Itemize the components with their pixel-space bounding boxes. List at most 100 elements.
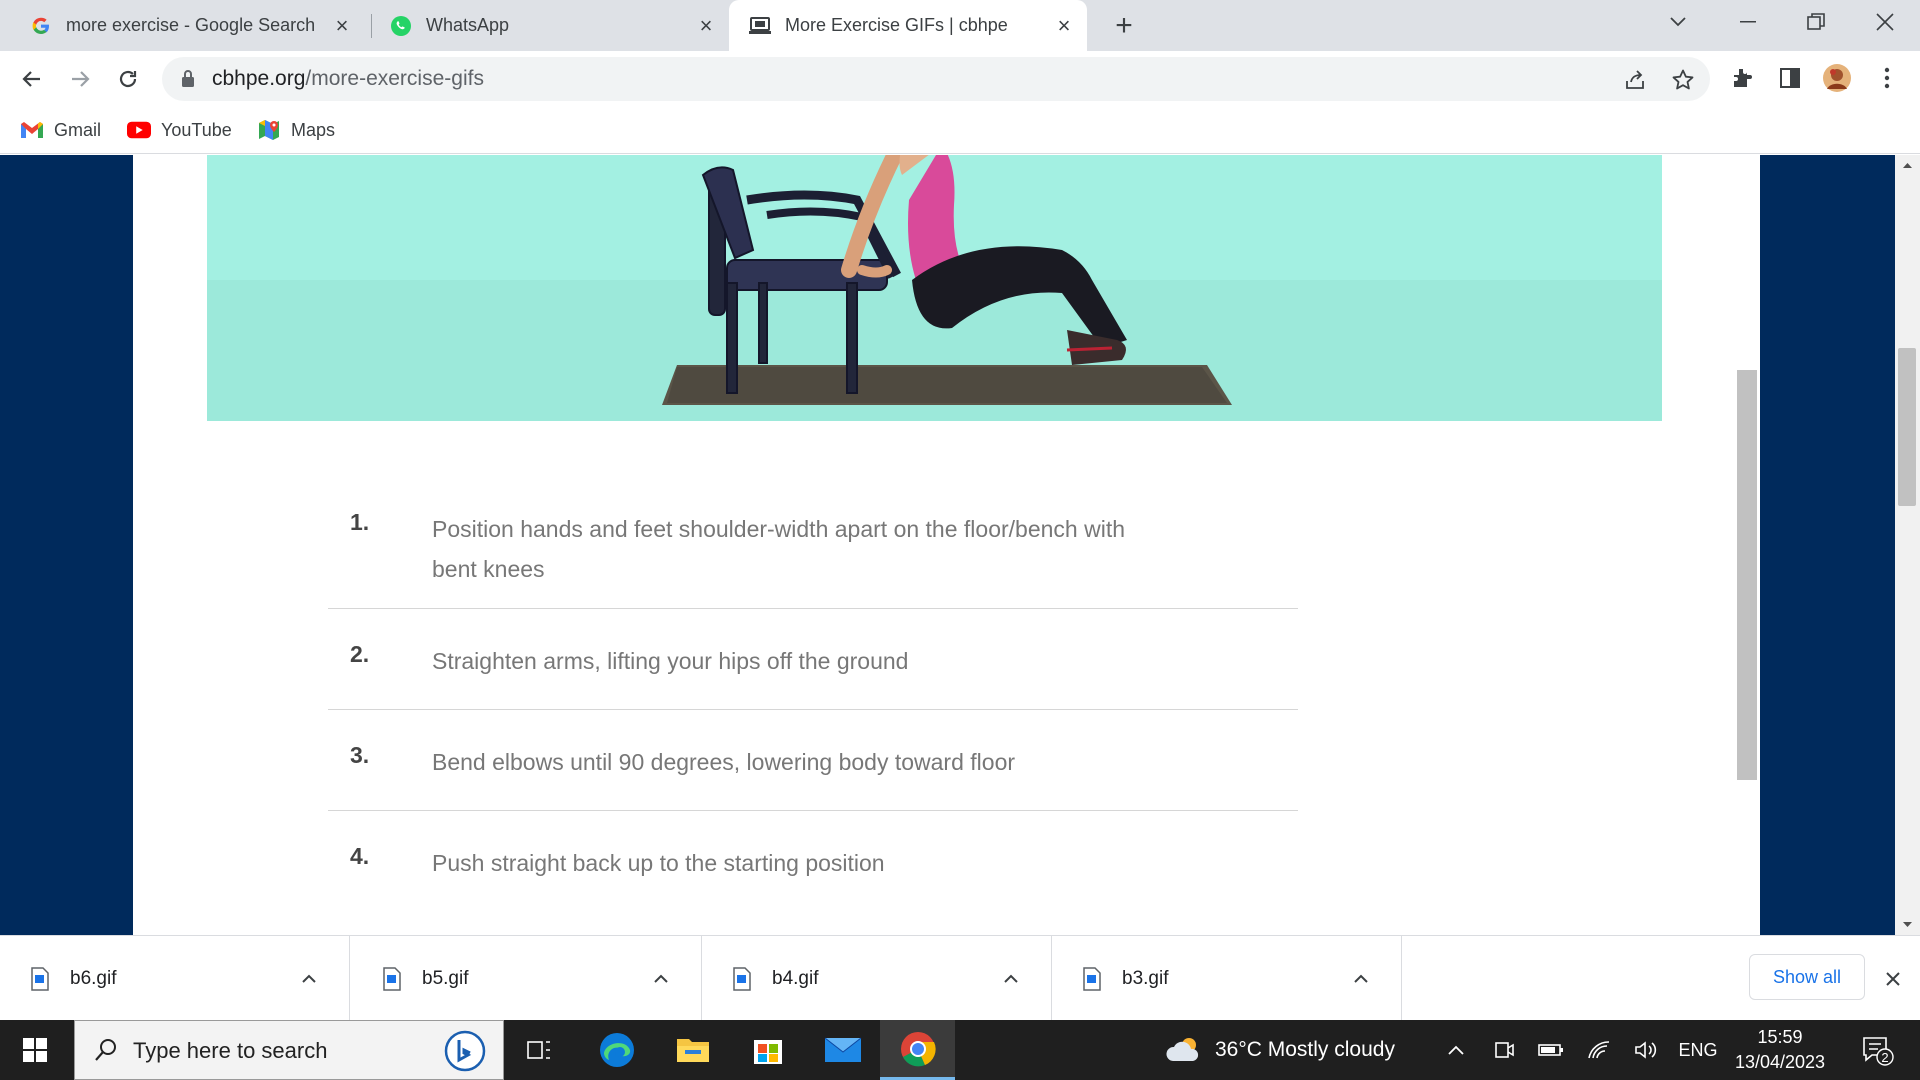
gmail-icon	[20, 120, 44, 140]
windows-start-icon[interactable]	[0, 1020, 70, 1080]
clock[interactable]: 15:59 13/04/2023	[1725, 1025, 1835, 1075]
file-icon	[383, 966, 401, 991]
show-all-button[interactable]: Show all	[1749, 954, 1865, 1000]
wifi-icon[interactable]	[1583, 1020, 1615, 1080]
close-window-icon[interactable]	[1855, 0, 1915, 44]
microsoft-store-icon[interactable]	[733, 1020, 803, 1080]
chevron-up-icon[interactable]	[997, 965, 1025, 993]
avatar[interactable]	[1822, 63, 1852, 93]
new-tab-button[interactable]: +	[1108, 9, 1140, 42]
download-name: b3.gif	[1122, 967, 1169, 989]
instruction-list: 1. Position hands and feet shoulder-widt…	[328, 493, 1298, 912]
taskbar-search-input[interactable]: Type here to search	[74, 1020, 504, 1080]
notification-count: 2	[1881, 1050, 1888, 1065]
weather-text: 36°C Mostly cloudy	[1215, 1038, 1395, 1061]
download-name: b4.gif	[772, 967, 819, 989]
bookmark-label: Gmail	[54, 119, 102, 140]
step-number: 4.	[350, 843, 370, 869]
search-icon	[95, 1039, 116, 1061]
side-panel-icon[interactable]	[1775, 63, 1805, 93]
clock-time: 15:59	[1757, 1027, 1803, 1047]
chevron-up-icon[interactable]	[1440, 1020, 1472, 1080]
bookmark-maps[interactable]: Maps	[257, 116, 335, 144]
minimize-icon[interactable]	[1718, 0, 1778, 44]
file-explorer-icon[interactable]	[658, 1020, 728, 1080]
bing-icon[interactable]	[443, 1029, 487, 1073]
file-icon	[31, 966, 49, 991]
bookmark-youtube[interactable]: YouTube	[127, 116, 232, 144]
address-bar[interactable]: cbhpe.org/more-exercise-gifs	[162, 57, 1710, 101]
file-icon	[733, 966, 751, 991]
bookmark-star-icon[interactable]	[1670, 67, 1696, 93]
close-icon[interactable]	[1878, 964, 1908, 994]
whatsapp-icon	[390, 15, 412, 37]
menu-icon[interactable]	[1872, 63, 1902, 93]
lock-icon[interactable]	[180, 69, 196, 94]
tab-strip: more exercise - Google Search × WhatsApp…	[0, 0, 1920, 51]
maps-icon	[257, 120, 281, 140]
download-shelf: b6.gif b5.gif b4.gif b3.gif Show all	[0, 935, 1920, 1021]
list-item: 4. Push straight back up to the starting…	[328, 811, 1298, 912]
meet-now-icon[interactable]	[1488, 1020, 1520, 1080]
step-text: Straighten arms, lifting your hips off t…	[432, 648, 909, 674]
tab-google-search[interactable]: more exercise - Google Search ×	[0, 0, 365, 51]
weather-widget[interactable]: 36°C Mostly cloudy	[1165, 1020, 1395, 1080]
web-page: 1. Position hands and feet shoulder-widt…	[0, 155, 1920, 935]
site-icon	[749, 15, 771, 37]
tab-title: More Exercise GIFs | cbhpe	[785, 15, 1008, 35]
back-arrow-icon	[22, 71, 40, 87]
edge-icon[interactable]	[582, 1020, 652, 1080]
page-scrollbar[interactable]	[1895, 155, 1920, 935]
close-icon[interactable]: ×	[1053, 13, 1075, 38]
content-column: 1. Position hands and feet shoulder-widt…	[133, 155, 1760, 935]
mail-icon[interactable]	[808, 1020, 878, 1080]
list-item: 3. Bend elbows until 90 degrees, lowerin…	[328, 710, 1298, 811]
language-indicator[interactable]: ENG	[1672, 1020, 1724, 1080]
list-item: 2. Straighten arms, lifting your hips of…	[328, 609, 1298, 710]
battery-icon[interactable]	[1535, 1020, 1567, 1080]
notification-center-icon[interactable]: 2	[1852, 1020, 1902, 1080]
step-text: Bend elbows until 90 degrees, lowering b…	[432, 749, 1016, 775]
tab-whatsapp[interactable]: WhatsApp ×	[372, 0, 729, 51]
tab-more-exercise-gifs[interactable]: More Exercise GIFs | cbhpe ×	[729, 0, 1087, 51]
download-item[interactable]: b3.gif	[1052, 936, 1402, 1021]
download-item[interactable]: b6.gif	[0, 936, 350, 1021]
youtube-icon	[127, 120, 151, 140]
windows-taskbar: Type here to search 36°C Mostly cloudy E…	[0, 1020, 1920, 1080]
url-path: /more-exercise-gifs	[305, 67, 484, 90]
volume-icon[interactable]	[1630, 1020, 1662, 1080]
cloud-sun-icon	[1166, 1038, 1199, 1061]
back-button[interactable]	[14, 61, 50, 97]
step-text: Position hands and feet shoulder-width a…	[432, 516, 1125, 582]
close-icon[interactable]: ×	[331, 13, 353, 38]
chevron-up-icon[interactable]	[1347, 965, 1375, 993]
url-text: cbhpe.org/more-exercise-gifs	[212, 67, 484, 91]
reload-button[interactable]	[110, 61, 146, 97]
tricep-dip-illustration	[207, 155, 1662, 421]
share-icon[interactable]	[1622, 67, 1648, 93]
task-view-icon[interactable]	[505, 1020, 575, 1080]
forward-button[interactable]	[62, 61, 98, 97]
restore-icon[interactable]	[1786, 0, 1846, 44]
close-icon[interactable]: ×	[695, 13, 717, 38]
download-name: b5.gif	[422, 967, 469, 989]
chevron-up-icon[interactable]	[647, 965, 675, 993]
extensions-icon[interactable]	[1727, 63, 1757, 93]
download-item[interactable]: b5.gif	[352, 936, 702, 1021]
tab-search-icon[interactable]	[1648, 0, 1708, 44]
step-number: 2.	[350, 641, 370, 667]
inner-scrollbar[interactable]	[1737, 370, 1757, 780]
bookmarks-bar: Gmail YouTube Maps	[0, 106, 1920, 154]
tab-title: more exercise - Google Search	[66, 15, 316, 35]
bookmark-gmail[interactable]: Gmail	[20, 116, 101, 144]
scroll-down-icon[interactable]	[1895, 915, 1920, 935]
reload-icon	[119, 70, 137, 88]
download-item[interactable]: b4.gif	[702, 936, 1052, 1021]
forward-arrow-icon	[72, 71, 90, 87]
step-text: Push straight back up to the starting po…	[432, 850, 885, 876]
chrome-icon[interactable]	[880, 1020, 955, 1080]
chevron-up-icon[interactable]	[295, 965, 323, 993]
browser-toolbar: cbhpe.org/more-exercise-gifs	[0, 51, 1920, 106]
scroll-up-icon[interactable]	[1895, 155, 1920, 175]
scroll-thumb[interactable]	[1898, 348, 1916, 506]
